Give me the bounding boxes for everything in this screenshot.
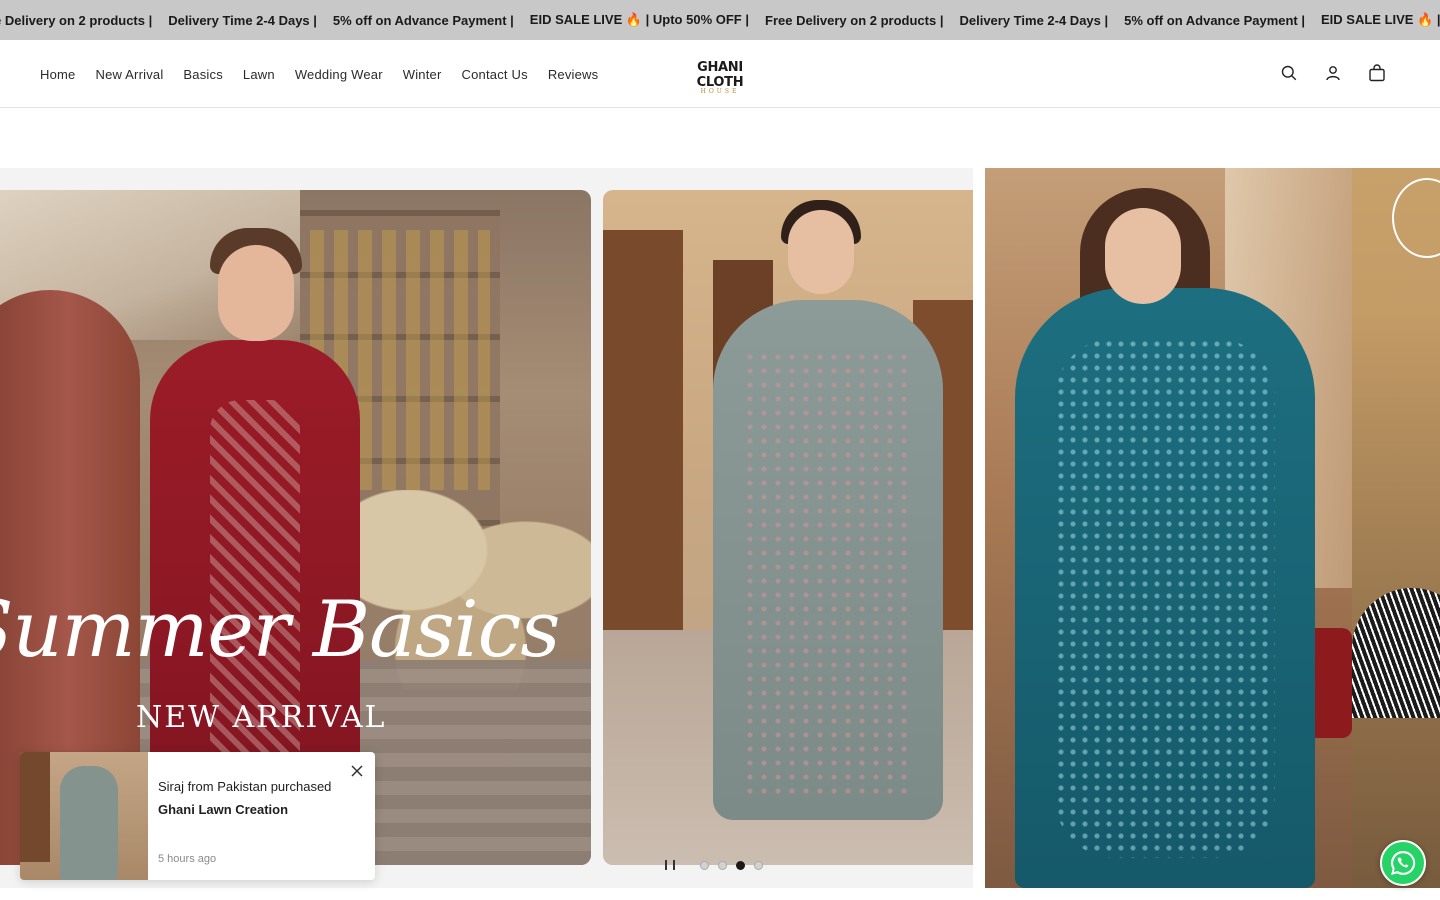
slider-dot-1[interactable] — [700, 860, 709, 870]
slider-dot-3[interactable] — [736, 860, 745, 870]
scene-door — [603, 230, 683, 650]
site-logo[interactable]: GHANI CLOTH HOUSE — [680, 60, 760, 95]
whatsapp-icon[interactable] — [1380, 840, 1426, 886]
feature-image-partial[interactable] — [1352, 168, 1440, 888]
logo-main-text: GHANI CLOTH — [696, 60, 744, 90]
slider-dot-4[interactable] — [754, 860, 763, 870]
thumb-model — [60, 766, 118, 880]
nav-winter[interactable]: Winter — [403, 67, 442, 82]
announcement-item: EID SALE LIVE 🔥 | Upto 50% OFF | — [529, 12, 749, 27]
nav-wedding-wear[interactable]: Wedding Wear — [295, 67, 383, 82]
suit-floral-pattern — [743, 350, 913, 800]
product-thumbnail[interactable] — [20, 752, 148, 880]
cart-icon[interactable] — [1366, 62, 1388, 84]
pause-icon[interactable] — [665, 860, 675, 870]
announcement-track: e Delivery on 2 products | Delivery Time… — [0, 0, 1440, 40]
banner-subtitle: NEW ARRIVAL — [136, 700, 387, 735]
main-nav: Home New Arrival Basics Lawn Wedding Wea… — [40, 40, 618, 108]
banner-title: Summer Basics — [0, 585, 560, 675]
nav-home[interactable]: Home — [40, 67, 75, 82]
model-face — [218, 245, 294, 341]
announcement-item: Delivery Time 2-4 Days | — [959, 12, 1109, 28]
slider-controls — [665, 860, 763, 870]
nav-reviews[interactable]: Reviews — [548, 67, 599, 82]
close-icon[interactable] — [347, 761, 367, 781]
nav-basics[interactable]: Basics — [183, 67, 223, 82]
purchase-message: Siraj from Pakistan purchased — [158, 779, 332, 794]
announcement-bar: e Delivery on 2 products | Delivery Time… — [0, 0, 1440, 40]
announcement-item: EID SALE LIVE 🔥 | Upto 50% OF — [1321, 12, 1440, 27]
nav-contact-us[interactable]: Contact Us — [462, 67, 528, 82]
purchase-time: 5 hours ago — [158, 853, 217, 865]
model-face — [1105, 208, 1181, 304]
suit-embroidery — [1055, 338, 1275, 858]
slider-dot-2[interactable] — [718, 860, 727, 870]
model-face — [788, 210, 854, 294]
feature-image-teal-suit[interactable] — [985, 168, 1352, 888]
header-icons — [1278, 62, 1388, 84]
logo-sub-text: HOUSE — [700, 88, 740, 95]
announcement-item: e Delivery on 2 products | — [0, 12, 153, 28]
nav-new-arrival[interactable]: New Arrival — [95, 67, 163, 82]
thumb-door — [20, 752, 50, 862]
hero-slide-grey-suit[interactable] — [603, 190, 973, 865]
site-header: Home New Arrival Basics Lawn Wedding Wea… — [0, 40, 1440, 108]
announcement-item: Delivery Time 2-4 Days | — [168, 12, 317, 28]
search-icon[interactable] — [1278, 62, 1300, 84]
nav-lawn[interactable]: Lawn — [243, 67, 275, 82]
account-icon[interactable] — [1322, 62, 1344, 84]
announcement-item: 5% off on Advance Payment | — [332, 12, 514, 28]
recent-purchase-popup[interactable]: Siraj from Pakistan purchased Ghani Lawn… — [20, 752, 375, 880]
announcement-item: 5% off on Advance Payment | — [1124, 12, 1306, 28]
decor-swirl — [1392, 178, 1440, 258]
announcement-item: Free Delivery on 2 products | — [765, 12, 944, 28]
purchase-product-name[interactable]: Ghani Lawn Creation — [158, 802, 288, 817]
